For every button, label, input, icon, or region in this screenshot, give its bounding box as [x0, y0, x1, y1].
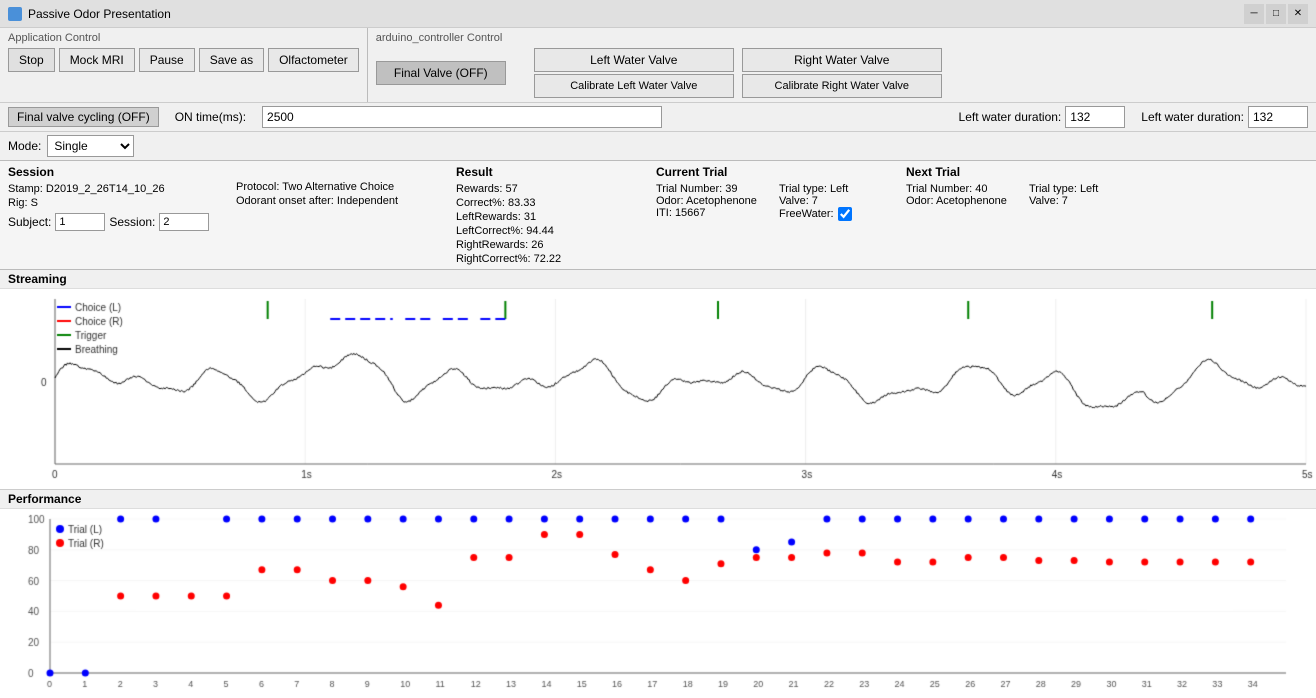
current-trial-title: Current Trial: [656, 165, 898, 179]
right-correct-line: RightCorrect%: 72.22: [456, 253, 648, 265]
result-title: Result: [456, 165, 648, 179]
title-bar-title: Passive Odor Presentation: [28, 7, 171, 21]
calibrate-left-button[interactable]: Calibrate Left Water Valve: [534, 74, 734, 98]
current-valve: Valve: 7: [779, 195, 898, 207]
calibrate-right-button[interactable]: Calibrate Right Water Valve: [742, 74, 942, 98]
main-container: Application Control Stop Mock MRI Pause …: [0, 28, 1316, 698]
right-duration-label: Left water duration:: [1141, 110, 1244, 124]
correct-line: Correct%: 83.33: [456, 197, 648, 209]
streaming-chart: [0, 289, 1316, 489]
next-trial-title: Next Trial: [906, 165, 1148, 179]
on-time-input[interactable]: [262, 106, 662, 128]
free-water-label: FreeWater:: [779, 208, 834, 220]
title-bar: Passive Odor Presentation ─ □ ✕: [0, 0, 1316, 28]
right-water-valve-button[interactable]: Right Water Valve: [742, 48, 942, 72]
mode-label: Mode:: [8, 139, 41, 153]
left-rewards-line: LeftRewards: 31: [456, 211, 648, 223]
arduino-control-label: arduino_controller Control: [376, 32, 1308, 44]
performance-section: Performance: [0, 490, 1316, 698]
subject-label: Subject:: [8, 215, 51, 229]
performance-title: Performance: [0, 490, 1316, 509]
olfactometer-button[interactable]: Olfactometer: [268, 48, 359, 72]
current-trial-number: Trial Number: 39: [656, 183, 775, 195]
close-button[interactable]: ✕: [1288, 4, 1308, 24]
performance-chart: [0, 509, 1316, 698]
next-trial-type: Trial type: Left: [1029, 183, 1148, 195]
mock-mri-button[interactable]: Mock MRI: [59, 48, 135, 72]
result-section: Result Rewards: 57 Correct%: 83.33 LeftR…: [448, 165, 648, 265]
next-trial-number: Trial Number: 40: [906, 183, 1025, 195]
app-icon: [8, 7, 22, 21]
subject-input[interactable]: [55, 213, 105, 231]
protocol-section: Protocol: Two Alternative Choice Odorant…: [228, 165, 448, 265]
save-as-button[interactable]: Save as: [199, 48, 264, 72]
cycling-button[interactable]: Final valve cycling (OFF): [8, 107, 159, 127]
next-valve: Valve: 7: [1029, 195, 1148, 207]
odorant-onset-line: Odorant onset after: Independent: [236, 195, 448, 207]
rewards-line: Rewards: 57: [456, 183, 648, 195]
left-water-valve-button[interactable]: Left Water Valve: [534, 48, 734, 72]
protocol-line: Protocol: Two Alternative Choice: [236, 181, 448, 193]
current-trial-type: Trial type: Left: [779, 183, 898, 195]
left-correct-line: LeftCorrect%: 94.44: [456, 225, 648, 237]
session-input[interactable]: [159, 213, 209, 231]
session-label: Session:: [109, 215, 155, 229]
rig-line: Rig: S: [8, 197, 228, 209]
streaming-section: Streaming: [0, 270, 1316, 490]
current-odor: Odor: Acetophenone: [656, 195, 775, 207]
session-section: Session Stamp: D2019_2_26T14_10_26 Rig: …: [8, 165, 228, 265]
stop-button[interactable]: Stop: [8, 48, 55, 72]
maximize-button[interactable]: □: [1266, 4, 1286, 24]
left-duration-input[interactable]: [1065, 106, 1125, 128]
mode-select[interactable]: Single Continuous: [47, 135, 134, 157]
final-valve-button[interactable]: Final Valve (OFF): [376, 61, 506, 85]
app-control-label: Application Control: [8, 32, 359, 44]
stamp-line: Stamp: D2019_2_26T14_10_26: [8, 183, 228, 195]
free-water-checkbox[interactable]: [838, 207, 852, 221]
next-trial-section: Next Trial Trial Number: 40 Trial type: …: [898, 165, 1148, 265]
pause-button[interactable]: Pause: [139, 48, 195, 72]
on-time-label: ON time(ms):: [175, 110, 246, 124]
right-rewards-line: RightRewards: 26: [456, 239, 648, 251]
charts-area: Streaming Performance: [0, 270, 1316, 698]
left-duration-label: Left water duration:: [959, 110, 1062, 124]
streaming-title: Streaming: [0, 270, 1316, 289]
session-title: Session: [8, 165, 228, 179]
minimize-button[interactable]: ─: [1244, 4, 1264, 24]
next-odor: Odor: Acetophenone: [906, 195, 1025, 207]
current-trial-section: Current Trial Trial Number: 39 Trial typ…: [648, 165, 898, 265]
right-duration-input[interactable]: [1248, 106, 1308, 128]
current-iti: ITI: 15667: [656, 207, 775, 221]
